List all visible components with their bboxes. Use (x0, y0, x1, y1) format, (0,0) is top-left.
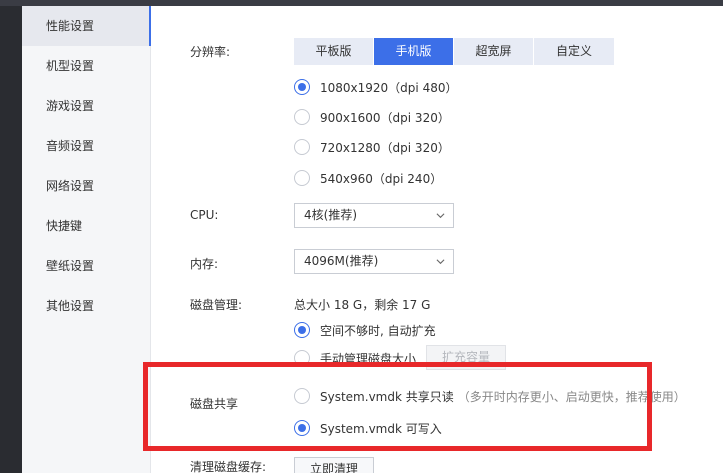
sidebar-item-shortcuts[interactable]: 快捷键 (22, 206, 151, 246)
chevron-down-icon (436, 259, 445, 265)
disk-option-auto-expand[interactable]: 空间不够时, 自动扩充 (294, 320, 436, 340)
disk-management-label: 磁盘管理: (190, 298, 243, 312)
sidebar-item-audio[interactable]: 音频设置 (22, 126, 151, 166)
radio-selected-icon (294, 420, 310, 436)
radio-icon (294, 350, 310, 366)
resolution-option-label: 540x960（dpi 240） (320, 171, 443, 186)
resolution-mode-tabs: 平板版 手机版 超宽屏 自定义 (294, 38, 614, 65)
sidebar-item-label: 游戏设置 (46, 99, 95, 113)
disk-share-label: 磁盘共享 (190, 397, 239, 411)
sidebar-item-label: 网络设置 (46, 179, 95, 193)
tab-ultrawide[interactable]: 超宽屏 (454, 38, 534, 65)
memory-label: 内存: (190, 257, 219, 271)
disk-option-manual[interactable]: 手动管理磁盘大小 (294, 348, 416, 368)
sidebar-item-label: 快捷键 (46, 219, 83, 233)
radio-selected-icon (294, 79, 310, 95)
sidebar-item-label: 壁纸设置 (46, 259, 95, 273)
tab-custom[interactable]: 自定义 (534, 38, 614, 65)
radio-icon (294, 109, 310, 125)
cpu-label: CPU: (190, 208, 219, 222)
tab-phone[interactable]: 手机版 (374, 38, 454, 65)
radio-icon (294, 170, 310, 186)
clear-now-button[interactable]: 立即清理 (294, 457, 374, 473)
memory-select-value: 4096M(推荐) (304, 254, 379, 268)
cpu-select[interactable]: 4核(推荐) (294, 203, 454, 228)
cpu-select-value: 4核(推荐) (304, 208, 357, 222)
disk-summary: 总大小 18 G，剩余 17 G (294, 298, 431, 312)
resolution-option-720[interactable]: 720x1280（dpi 320） (294, 137, 450, 157)
sidebar-item-model[interactable]: 机型设置 (22, 46, 151, 86)
disk-option-label: 空间不够时, 自动扩充 (320, 323, 436, 338)
sidebar-item-label: 机型设置 (46, 59, 95, 73)
expand-capacity-button: 扩充容量 (426, 345, 506, 370)
sidebar-item-label: 性能设置 (46, 19, 95, 33)
disk-share-option-hint: （多开时内存更小、启动更快，推荐使用） (457, 389, 686, 404)
disk-share-option-writable[interactable]: System.vmdk 可写入 (294, 418, 442, 438)
resolution-option-540[interactable]: 540x960（dpi 240） (294, 168, 442, 188)
sidebar-item-other[interactable]: 其他设置 (22, 286, 151, 326)
sidebar-item-network[interactable]: 网络设置 (22, 166, 151, 206)
app-left-strip (0, 6, 22, 473)
resolution-option-label: 900x1600（dpi 320） (320, 110, 450, 125)
tab-tablet[interactable]: 平板版 (294, 38, 374, 65)
resolution-option-label: 1080x1920（dpi 480） (320, 80, 458, 95)
sidebar-item-performance[interactable]: 性能设置 (22, 6, 152, 46)
disk-share-option-label: System.vmdk 共享只读 (320, 389, 454, 404)
settings-content: 分辨率: 平板版 手机版 超宽屏 自定义 1080x1920（dpi 480） … (151, 6, 723, 473)
resolution-option-1080[interactable]: 1080x1920（dpi 480） (294, 77, 457, 97)
clear-cache-label: 清理磁盘缓存: (190, 460, 267, 473)
disk-share-option-readonly[interactable]: System.vmdk 共享只读 （多开时内存更小、启动更快，推荐使用） (294, 386, 686, 406)
chevron-down-icon (436, 213, 445, 219)
sidebar-item-game[interactable]: 游戏设置 (22, 86, 151, 126)
radio-icon (294, 388, 310, 404)
sidebar-item-wallpaper[interactable]: 壁纸设置 (22, 246, 151, 286)
radio-selected-icon (294, 322, 310, 338)
disk-option-label: 手动管理磁盘大小 (320, 351, 417, 366)
resolution-label: 分辨率: (190, 45, 231, 59)
memory-select[interactable]: 4096M(推荐) (294, 249, 454, 274)
resolution-option-900[interactable]: 900x1600（dpi 320） (294, 107, 450, 127)
resolution-option-label: 720x1280（dpi 320） (320, 140, 450, 155)
disk-share-option-label: System.vmdk 可写入 (320, 421, 442, 436)
sidebar-item-label: 其他设置 (46, 299, 95, 313)
settings-sidebar: 性能设置 机型设置 游戏设置 音频设置 网络设置 快捷键 壁纸设置 其他设置 (22, 6, 152, 473)
radio-icon (294, 139, 310, 155)
sidebar-item-label: 音频设置 (46, 139, 95, 153)
